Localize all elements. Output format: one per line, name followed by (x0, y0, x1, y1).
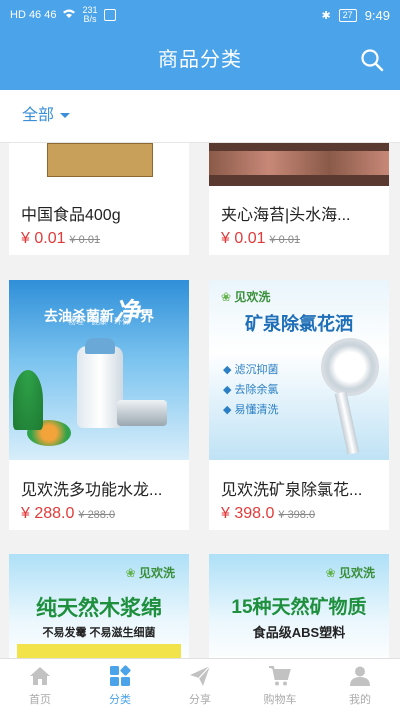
product-name: 夹心海苔|头水海... (221, 207, 351, 224)
current-price: ¥ 0.01 (221, 230, 266, 247)
product-image-photo (209, 151, 389, 175)
category-filter-dropdown[interactable]: 全部 (22, 90, 71, 142)
product-image-subtitle: 不易发霉 不易滋生细菌 (42, 627, 156, 639)
brand-logo: ❀ 见欢洗 (326, 564, 375, 581)
tab-label: 首页 (29, 694, 51, 706)
tab-category[interactable]: 分类 (80, 659, 160, 712)
product-image-subtext: 物理 · 健康 · 环保 (67, 317, 131, 326)
tab-cart[interactable]: 购物车 (240, 659, 320, 712)
brand-name: 见欢洗 (338, 566, 375, 580)
current-price: ¥ 288.0 (21, 505, 75, 522)
product-image-plant (13, 370, 43, 430)
battery-icon: 27 (338, 8, 357, 22)
product-card[interactable]: 去油杀菌新净界 物理 · 健康 · 环保 见欢洗多功能水龙... ¥ 288.0… (9, 280, 189, 530)
product-price: ¥ 0.01 ¥ 0.01 (21, 230, 100, 248)
product-image-title: 纯天然木浆绵 (36, 597, 162, 620)
product-price: ¥ 398.0 ¥ 398.0 (221, 505, 315, 523)
notification-icon (103, 9, 116, 21)
product-image-faucet (117, 400, 167, 426)
original-price: ¥ 398.0 (278, 509, 316, 521)
benefit-item: ◆ 去除余氯 (223, 384, 279, 396)
current-price: ¥ 398.0 (221, 505, 275, 522)
search-icon[interactable] (360, 48, 384, 72)
leaf-icon: ❀ (325, 566, 336, 580)
benefit-item: ◆ 易懂清洗 (223, 404, 279, 416)
product-name: 见欢洗矿泉除氯花... (221, 482, 363, 499)
product-image (9, 143, 189, 186)
benefit-text: 易懂清洗 (234, 404, 279, 416)
benefit-text: 去除余氯 (234, 384, 279, 396)
product-image (209, 143, 389, 186)
bluetooth-icon: ✱ (321, 9, 331, 22)
brand-name: 见欢洗 (234, 290, 271, 304)
cart-icon (269, 666, 291, 686)
benefit-text: 滤沉抑菌 (234, 364, 279, 376)
category-icon (110, 665, 131, 686)
product-image-package (47, 143, 153, 177)
filter-label: 全部 (22, 107, 55, 124)
product-price: ¥ 288.0 ¥ 288.0 (21, 505, 115, 523)
product-name: 见欢洗多功能水龙... (21, 482, 163, 499)
product-image-showerhead (321, 338, 379, 396)
app-bar: 商品分类 (0, 30, 400, 90)
tab-profile[interactable]: 我的 (320, 659, 400, 712)
original-price: ¥ 288.0 (78, 509, 116, 521)
product-image-title: 矿泉除氯花洒 (245, 314, 353, 334)
product-grid: 中国食品400g ¥ 0.01 ¥ 0.01 夹心海苔|头水海... ¥ 0.01… (0, 143, 400, 658)
brand-name: 见欢洗 (138, 566, 175, 580)
product-image-handle (334, 391, 360, 455)
tab-label: 分享 (189, 694, 211, 706)
product-card[interactable]: ❀ 见欢洗 15种天然矿物质 食品级ABS塑料 (209, 554, 389, 658)
network-speed: 231 B/s (82, 5, 98, 24)
filter-bar: 全部 (0, 90, 400, 143)
original-price: ¥ 0.01 (269, 234, 301, 246)
tab-label: 分类 (109, 694, 131, 706)
product-card[interactable]: ❀ 见欢洗 矿泉除氯花洒 ◆ 滤沉抑菌 ◆ 去除余氯 ◆ 易懂清洗 见欢洗矿泉除… (209, 280, 389, 530)
product-image: ❀ 见欢洗 纯天然木浆绵 不易发霉 不易滋生细菌 (9, 554, 189, 658)
caret-down-icon (60, 113, 71, 119)
product-price: ¥ 0.01 ¥ 0.01 (221, 230, 300, 248)
product-card[interactable]: ❀ 见欢洗 纯天然木浆绵 不易发霉 不易滋生细菌 (9, 554, 189, 658)
tab-label: 我的 (349, 694, 371, 706)
tab-share[interactable]: 分享 (160, 659, 240, 712)
tab-label: 购物车 (263, 694, 297, 706)
status-bar: HD 46 46 231 B/s ✱ 27 9:49 (0, 0, 400, 30)
leaf-icon: ❀ (221, 290, 232, 304)
clock: 9:49 (364, 7, 390, 23)
product-image-sponge (17, 644, 181, 658)
bottom-tab-bar: 首页 分类 分享 购物车 我的 (0, 658, 400, 712)
battery-level: 27 (342, 9, 353, 20)
brand-logo: ❀ 见欢洗 (126, 564, 175, 581)
product-image: 去油杀菌新净界 物理 · 健康 · 环保 (9, 280, 189, 460)
network-status: HD 46 46 (10, 9, 57, 21)
user-icon (350, 666, 370, 686)
original-price: ¥ 0.01 (69, 234, 101, 246)
share-icon (190, 665, 211, 686)
product-card[interactable]: 夹心海苔|头水海... ¥ 0.01 ¥ 0.01 (209, 143, 389, 255)
product-image: ❀ 见欢洗 矿泉除氯花洒 ◆ 滤沉抑菌 ◆ 去除余氯 ◆ 易懂清洗 (209, 280, 389, 460)
benefit-item: ◆ 滤沉抑菌 (223, 364, 279, 376)
current-price: ¥ 0.01 (21, 230, 66, 247)
leaf-icon: ❀ (125, 566, 136, 580)
wifi-icon (62, 9, 76, 22)
product-image: ❀ 见欢洗 15种天然矿物质 食品级ABS塑料 (209, 554, 389, 658)
product-card[interactable]: 中国食品400g ¥ 0.01 ¥ 0.01 (9, 143, 189, 255)
product-image-title: 15种天然矿物质 (231, 597, 367, 618)
page-title: 商品分类 (158, 49, 242, 71)
tab-home[interactable]: 首页 (0, 659, 80, 712)
brand-logo: ❀ 见欢洗 (221, 288, 270, 305)
product-image-filter-cap (85, 338, 115, 354)
product-name: 中国食品400g (21, 207, 121, 224)
product-image-subtitle: 食品级ABS塑料 (252, 625, 346, 640)
product-benefits: ◆ 滤沉抑菌 ◆ 去除余氯 ◆ 易懂清洗 (223, 360, 279, 420)
home-icon (30, 667, 50, 685)
